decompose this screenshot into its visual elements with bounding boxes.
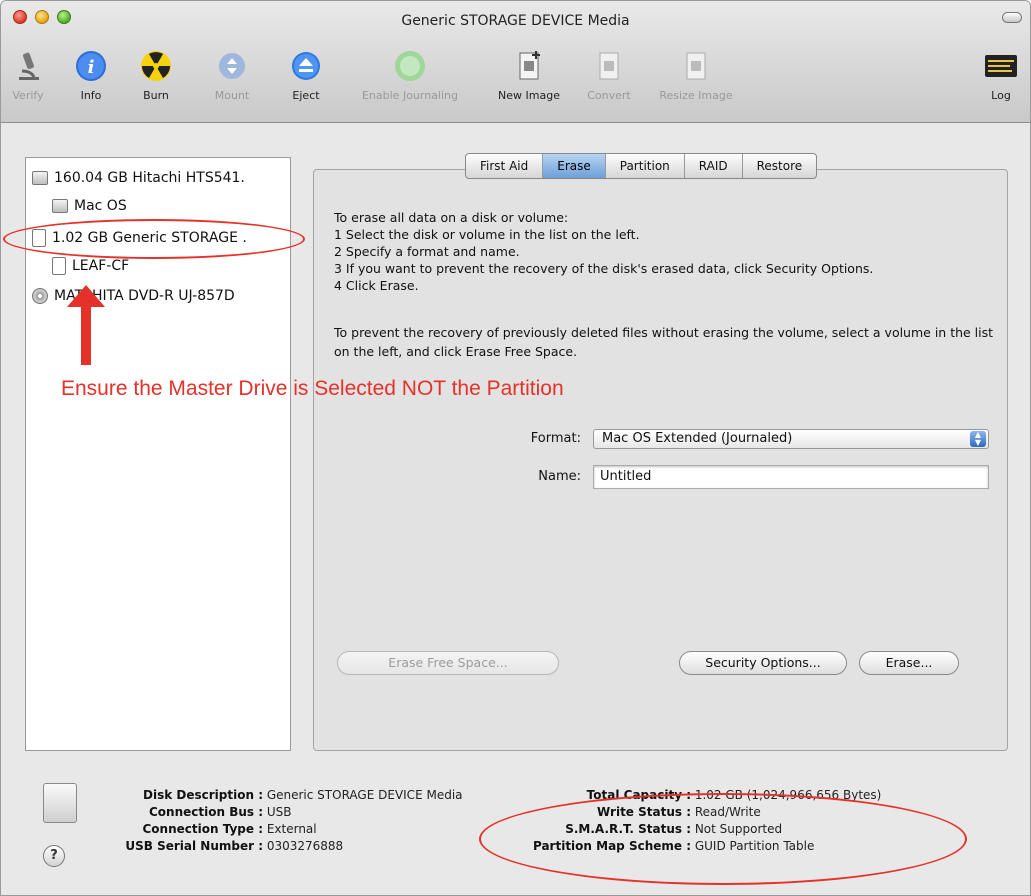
erase-instructions: To erase all data on a disk or volume: 1… [334, 209, 873, 294]
instruction-line: 3 If you want to prevent the recovery of… [334, 261, 874, 276]
burn-label: Burn [143, 89, 169, 102]
erase-free-space-button[interactable]: Erase Free Space... [337, 651, 559, 675]
convert-icon [599, 52, 619, 80]
resize-image-label: Resize Image [659, 89, 733, 102]
info-icon: i [76, 51, 106, 81]
toolbar-toggle-button[interactable] [1002, 12, 1022, 23]
list-item-mac-os-volume[interactable]: Mac OS [52, 194, 127, 218]
info-key: USB Serial Number : [125, 839, 263, 853]
list-item-dvd-drive[interactable]: MATSHITA DVD-R UJ-857D [32, 284, 235, 308]
tab-erase[interactable]: Erase [543, 154, 606, 178]
annotation-ellipse-partition-map [479, 793, 967, 885]
annotation-text: Ensure the Master Drive is Selected NOT … [61, 377, 564, 400]
list-item-label: 160.04 GB Hitachi HTS541. [54, 170, 245, 186]
tab-partition[interactable]: Partition [606, 154, 685, 178]
format-select[interactable]: Mac OS Extended (Journaled) ▲ ▼ [593, 429, 989, 449]
format-label: Format: [530, 431, 581, 446]
new-image-label: New Image [498, 89, 560, 102]
info-label: Info [80, 89, 102, 102]
tab-bar: First Aid Erase Partition RAID Restore [465, 153, 818, 179]
instruction-line: To erase all data on a disk or volume: [334, 210, 569, 225]
new-image-button[interactable]: New Image [487, 49, 571, 102]
volume-icon [52, 257, 66, 275]
convert-label: Convert [587, 89, 631, 102]
svg-text:i: i [88, 57, 95, 78]
log-label: Log [991, 89, 1011, 102]
enable-journaling-label: Enable Journaling [361, 89, 459, 102]
tab-raid[interactable]: RAID [685, 154, 743, 178]
log-button[interactable]: Log [981, 49, 1021, 102]
info-value: USB [266, 805, 292, 819]
mount-button[interactable]: Mount [209, 49, 255, 102]
eject-button[interactable]: Eject [285, 49, 327, 102]
info-key: Connection Type : [142, 822, 264, 836]
security-options-button[interactable]: Security Options... [679, 651, 847, 675]
info-button[interactable]: i Info [71, 49, 111, 102]
burn-button[interactable]: Burn [135, 49, 177, 102]
eject-icon [292, 52, 320, 80]
info-row: USB Serial Number : 0303276888 [1, 838, 343, 855]
tab-restore[interactable]: Restore [743, 154, 817, 178]
microscope-icon [19, 52, 39, 80]
info-row: Disk Description : Generic STORAGE DEVIC… [1, 787, 462, 804]
info-value: 0303276888 [266, 839, 344, 853]
log-icon [985, 55, 1017, 77]
instruction-line: 1 Select the disk or volume in the list … [334, 227, 640, 242]
annotation-arrow-shaft [81, 301, 91, 365]
select-arrows-icon: ▲ ▼ [970, 431, 986, 447]
enable-journaling-button[interactable]: Enable Journaling [345, 49, 475, 102]
erase-free-space-instructions: To prevent the recovery of previously de… [334, 325, 994, 359]
list-item-hitachi-drive[interactable]: 160.04 GB Hitachi HTS541. [32, 166, 245, 190]
eject-label: Eject [292, 89, 320, 102]
window-title: Generic STORAGE DEVICE Media [401, 13, 630, 29]
mount-label: Mount [214, 89, 250, 102]
verify-label: Verify [12, 89, 44, 102]
new-image-icon [519, 51, 540, 80]
list-item-label: Mac OS [74, 198, 127, 214]
hard-drive-icon [32, 171, 48, 185]
name-field[interactable]: Untitled [593, 465, 989, 489]
burn-icon [141, 51, 171, 81]
info-row: Connection Type : External [1, 821, 317, 838]
instruction-line: 4 Click Erase. [334, 278, 419, 293]
toolbar: Generic STORAGE DEVICE Media Verify i In… [1, 1, 1030, 123]
name-label: Name: [538, 469, 581, 484]
disk-utility-window: Generic STORAGE DEVICE Media Verify i In… [0, 0, 1031, 896]
verify-button[interactable]: Verify [7, 49, 49, 102]
list-item-label: LEAF-CF [72, 258, 130, 274]
info-key: Connection Bus : [148, 805, 263, 819]
info-key: Disk Description : [143, 788, 263, 802]
erase-button[interactable]: Erase... [859, 651, 959, 675]
optical-drive-icon [32, 288, 48, 304]
info-value: External [266, 822, 317, 836]
info-row: Connection Bus : USB [1, 804, 291, 821]
annotation-ellipse-drive [3, 219, 305, 259]
instruction-line: 2 Specify a format and name. [334, 244, 520, 259]
volume-icon [52, 199, 68, 213]
format-select-value: Mac OS Extended (Journaled) [602, 431, 793, 446]
convert-button[interactable]: Convert [581, 49, 637, 102]
tab-first-aid[interactable]: First Aid [466, 154, 544, 178]
resize-image-button[interactable]: Resize Image [653, 49, 739, 102]
mount-icon [219, 53, 245, 79]
resize-image-icon [686, 52, 706, 80]
journaling-icon [395, 51, 425, 81]
